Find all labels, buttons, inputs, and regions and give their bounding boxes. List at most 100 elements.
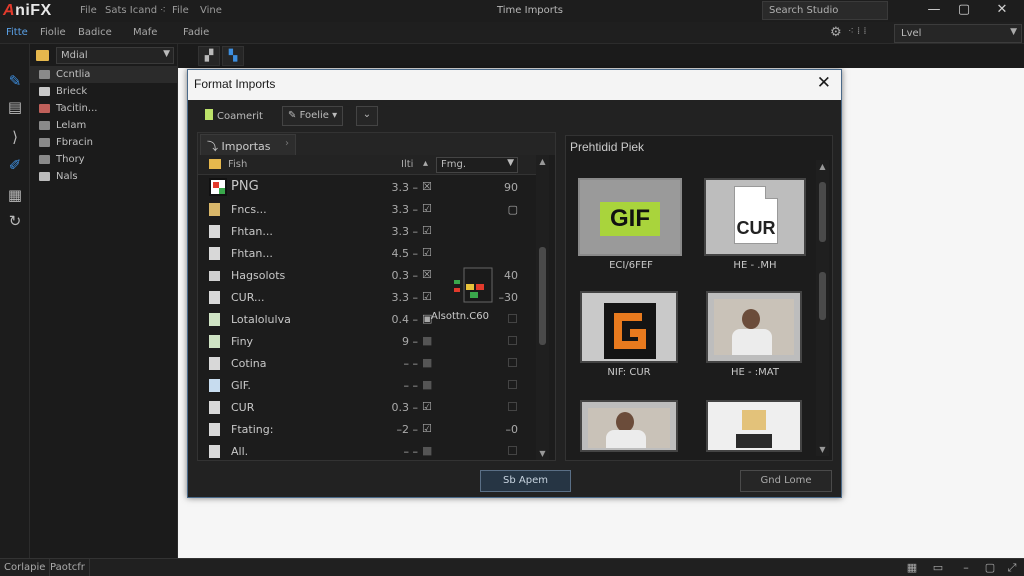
checkbox[interactable]: ■	[422, 334, 432, 347]
minimize-button[interactable]: —	[920, 1, 948, 19]
brush-tool-icon[interactable]: ✐	[5, 156, 25, 176]
title-menu-sats[interactable]: Sats Icand	[105, 5, 157, 16]
list-header: Fish Ilti ▴ Fmg. ▼	[198, 155, 536, 175]
header-size[interactable]: Ilti	[401, 159, 413, 170]
list-item[interactable]: Ftating: –2 – ☑ –0	[198, 419, 536, 440]
snap-button[interactable]: ▚	[222, 46, 244, 66]
header-name[interactable]: Fish	[228, 159, 247, 170]
preview-thumbnail[interactable]: CUR	[704, 178, 806, 256]
close-window-button[interactable]: ✕	[988, 1, 1016, 19]
camera-icon[interactable]: ▭	[930, 561, 946, 574]
library-item[interactable]: Fbracin	[30, 134, 178, 151]
menu-bar: Fitte Fiolie Badice Mafe Fadie ⚙ ⁖ ⁞ ⁞	[0, 22, 1024, 44]
scroll-down-icon[interactable]: ▼	[816, 445, 829, 454]
expand-icon[interactable]: ⤢	[1004, 561, 1020, 575]
status-tab[interactable]: Paotcfr	[46, 559, 90, 576]
title-menu-file[interactable]: File	[80, 5, 97, 16]
expand-button[interactable]: ⌄	[356, 106, 378, 126]
file-list-scrollbar[interactable]: ▲ ▼	[536, 155, 549, 460]
animate-tool-icon[interactable]: ✎	[5, 72, 25, 92]
scrollbar-thumb[interactable]	[539, 247, 546, 345]
file-icon	[209, 225, 220, 238]
list-item[interactable]: Fhtan... 3.3 – ☑	[198, 221, 536, 242]
library-item[interactable]: Lelam	[30, 117, 178, 134]
file-icon	[209, 203, 220, 216]
checkbox[interactable]: ☑	[422, 422, 432, 435]
list-item[interactable]: Fhtan... 4.5 – ☑	[198, 243, 536, 264]
preview-thumbnail[interactable]	[706, 291, 802, 363]
preview-thumbnail[interactable]	[580, 400, 678, 452]
layers-tool-icon[interactable]: ▦	[5, 186, 25, 206]
list-item[interactable]: Cotina – – ■	[198, 353, 536, 374]
rotate-tool-icon[interactable]: ↻	[5, 212, 25, 232]
import-button[interactable]: Sb Apem	[480, 470, 571, 492]
preview-scrollbar[interactable]: ▲ ▼	[816, 160, 829, 456]
document-button[interactable]: Coamerit	[200, 106, 268, 126]
checkbox[interactable]: ☑	[422, 400, 432, 413]
checkbox[interactable]: ☑	[422, 224, 432, 237]
tab-row: ⤵ Importas ›	[198, 133, 555, 155]
scroll-down-icon[interactable]: ▼	[536, 449, 549, 458]
level-select[interactable]: Lvel ▼	[894, 24, 1022, 43]
filter-button[interactable]: ✎ Foelie ▾	[282, 106, 344, 126]
checkbox[interactable]	[508, 358, 517, 367]
preview-thumbnail[interactable]	[706, 400, 802, 452]
maximize-button[interactable]: ▢	[950, 1, 978, 19]
arrange-button[interactable]: ▞	[198, 46, 220, 66]
checkbox[interactable]: ☑	[422, 246, 432, 259]
tool-options-icon[interactable]: ⁖ ⁞ ⁞	[848, 26, 867, 37]
gear-icon[interactable]: ⚙	[830, 25, 842, 40]
checkbox[interactable]: ☑	[422, 290, 432, 303]
checkbox[interactable]: ■	[422, 378, 432, 391]
checkbox[interactable]	[508, 336, 517, 345]
title-menu-file-2[interactable]: File	[172, 5, 189, 16]
list-item[interactable]: All. – – ■	[198, 441, 536, 462]
menu-item-file[interactable]: Fitte	[6, 27, 28, 38]
library-item[interactable]: Brieck	[30, 83, 178, 100]
cancel-button[interactable]: Gnd Lome	[740, 470, 832, 492]
scrollbar-thumb[interactable]	[819, 182, 826, 242]
checkbox[interactable]: ☒	[422, 268, 432, 281]
zoom-in-icon[interactable]: ▢	[982, 561, 998, 574]
checkbox[interactable]: ■	[422, 356, 432, 369]
list-item[interactable]: Finy 9 – ■	[198, 331, 536, 352]
menu-item-fiolie[interactable]: Fiolie	[40, 27, 66, 38]
list-item[interactable]: PNG 3.3 – ☒ 90	[198, 177, 536, 198]
scrollbar-thumb-secondary[interactable]	[819, 272, 826, 320]
status-tab[interactable]: Corlapie	[0, 559, 51, 576]
library-item[interactable]: Ccntlia	[30, 66, 178, 83]
sort-up-icon[interactable]: ▴	[423, 158, 428, 169]
menu-item-badice[interactable]: Badice	[78, 27, 112, 38]
grid-icon[interactable]: ▦	[904, 561, 920, 574]
close-icon[interactable]: ✕	[817, 73, 831, 93]
checkbox[interactable]	[508, 446, 517, 455]
preview-thumbnail[interactable]	[580, 291, 678, 363]
list-item[interactable]: Fncs... 3.3 – ☑ ▢	[198, 199, 536, 220]
scroll-up-icon[interactable]: ▲	[816, 162, 829, 171]
document-tool-icon[interactable]: ▤	[5, 98, 25, 118]
image-icon	[39, 172, 50, 181]
checkbox[interactable]: ■	[422, 444, 432, 457]
checkbox[interactable]: ☑	[422, 202, 432, 215]
library-combo[interactable]: Mdial ▼	[56, 47, 174, 64]
preview-panel: Prehtidid Piek GIF ECI/6FEF CUR HE - .MH…	[565, 135, 833, 461]
library-item[interactable]: Thory	[30, 151, 178, 168]
scroll-up-icon[interactable]: ▲	[536, 157, 549, 166]
search-input[interactable]: Search Studio	[762, 1, 888, 20]
format-combo[interactable]: Fmg. ▼	[436, 157, 518, 173]
checkbox[interactable]	[508, 380, 517, 389]
preview-thumbnail[interactable]: GIF	[578, 178, 682, 256]
menu-item-mafe[interactable]: Mafe	[133, 27, 157, 38]
title-menu-view[interactable]: Vine	[200, 5, 222, 16]
list-item[interactable]: GIF. – – ■	[198, 375, 536, 396]
checkbox[interactable]	[508, 402, 517, 411]
zoom-out-icon[interactable]: –	[958, 561, 974, 574]
curve-tool-icon[interactable]: ⟩	[5, 128, 25, 148]
tab-importas[interactable]: ⤵ Importas ›	[200, 134, 296, 155]
list-item[interactable]: CUR 0.3 – ☑	[198, 397, 536, 418]
library-item[interactable]: Nals	[30, 168, 178, 185]
checkbox[interactable]: ☒	[422, 180, 432, 193]
close-tab-icon[interactable]: ›	[285, 138, 289, 149]
library-item[interactable]: Tacitin...	[30, 100, 178, 117]
menu-item-fadie[interactable]: Fadie	[183, 27, 209, 38]
